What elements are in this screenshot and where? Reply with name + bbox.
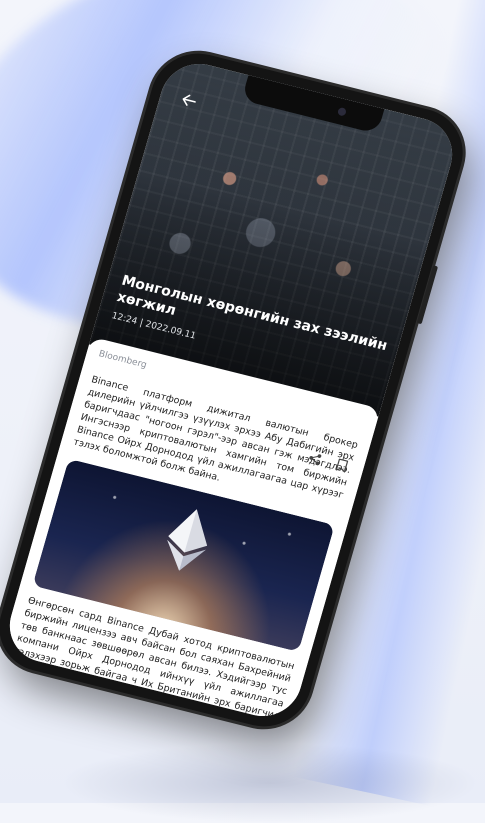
arrow-left-icon (182, 94, 196, 106)
share-icon (308, 453, 321, 465)
phone-shadow (60, 743, 480, 823)
ethereum-logo-icon (167, 509, 208, 571)
bookmark-icon (335, 457, 348, 472)
share-button[interactable] (304, 449, 324, 468)
camera (337, 106, 347, 117)
